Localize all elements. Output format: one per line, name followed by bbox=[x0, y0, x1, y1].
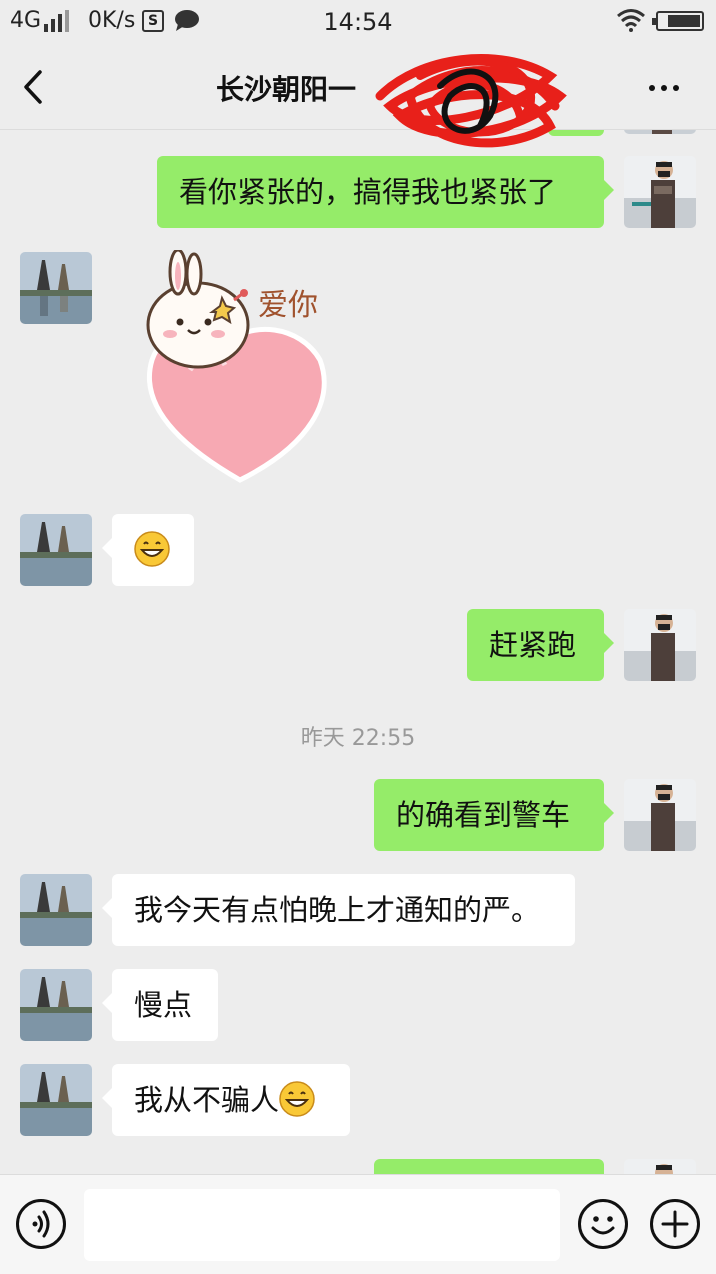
message-text: 看你紧张的，搞得我也紧张了 bbox=[179, 175, 557, 209]
message-bubble-received[interactable]: 我从不骗人 bbox=[102, 1064, 350, 1136]
contact-avatar[interactable] bbox=[20, 874, 92, 946]
voice-input-button[interactable] bbox=[16, 1199, 66, 1249]
grinning-face-icon bbox=[134, 531, 170, 567]
message-timestamp: 昨天 22:55 bbox=[300, 726, 416, 751]
my-avatar[interactable] bbox=[624, 130, 696, 134]
message-input[interactable] bbox=[84, 1189, 560, 1261]
my-avatar[interactable] bbox=[624, 609, 696, 681]
sticker-caption: 爱你 bbox=[258, 288, 318, 323]
emoji-button[interactable] bbox=[578, 1199, 628, 1249]
my-avatar[interactable] bbox=[624, 779, 696, 851]
more-functions-button[interactable] bbox=[650, 1199, 700, 1249]
chat-header: 长沙朝阳一 bbox=[0, 44, 716, 148]
previous-message-bubble[interactable] bbox=[548, 130, 604, 136]
contact-avatar[interactable] bbox=[20, 969, 92, 1041]
plus-icon bbox=[661, 1210, 689, 1238]
smiley-icon bbox=[591, 1216, 615, 1235]
voice-icon bbox=[32, 1210, 50, 1238]
back-arrow-icon[interactable] bbox=[14, 64, 54, 110]
message-bubble-received[interactable]: 慢点 bbox=[102, 969, 218, 1041]
message-text: 我从不骗人 bbox=[134, 1083, 280, 1117]
message-text: 我今天有点怕晚上才通知的严。 bbox=[134, 893, 541, 927]
wifi-icon bbox=[617, 9, 645, 32]
chat-messages[interactable]: 看你紧张的，搞得我也紧张了 爱你 赶紧跑 昨天 22:55 的确看到警车 我今天… bbox=[0, 130, 716, 1174]
message-bubble-received[interactable]: 我今天有点怕晚上才通知的严。 bbox=[102, 874, 575, 946]
message-text: 赶紧跑 bbox=[489, 628, 577, 662]
input-bar bbox=[0, 1174, 716, 1274]
clock: 14:54 bbox=[323, 8, 393, 36]
my-avatar[interactable] bbox=[624, 1159, 696, 1174]
message-bubble-sent[interactable]: 赶紧跑 bbox=[467, 609, 614, 681]
message-bubble-sent[interactable]: 的确看到警车 bbox=[374, 779, 614, 851]
my-avatar[interactable] bbox=[624, 156, 696, 228]
battery-icon bbox=[652, 11, 704, 31]
message-text: 的确看到警车 bbox=[396, 798, 571, 832]
message-bubble-sent[interactable]: 看你紧张的，搞得我也紧张了 bbox=[157, 156, 614, 228]
status-bar: 4G 0K/s S 14:54 bbox=[0, 0, 716, 44]
message-text: 慢点 bbox=[134, 988, 193, 1022]
contact-avatar[interactable] bbox=[20, 514, 92, 586]
message-bubble-received[interactable] bbox=[102, 514, 194, 586]
battery-level bbox=[668, 15, 700, 27]
contact-avatar[interactable] bbox=[20, 252, 92, 324]
chat-title: 长沙朝阳一 bbox=[216, 73, 357, 106]
grinning-face-icon bbox=[279, 1081, 315, 1117]
contact-avatar[interactable] bbox=[20, 1064, 92, 1136]
message-bubble-sent[interactable] bbox=[374, 1159, 604, 1174]
more-options-icon[interactable] bbox=[646, 74, 686, 104]
